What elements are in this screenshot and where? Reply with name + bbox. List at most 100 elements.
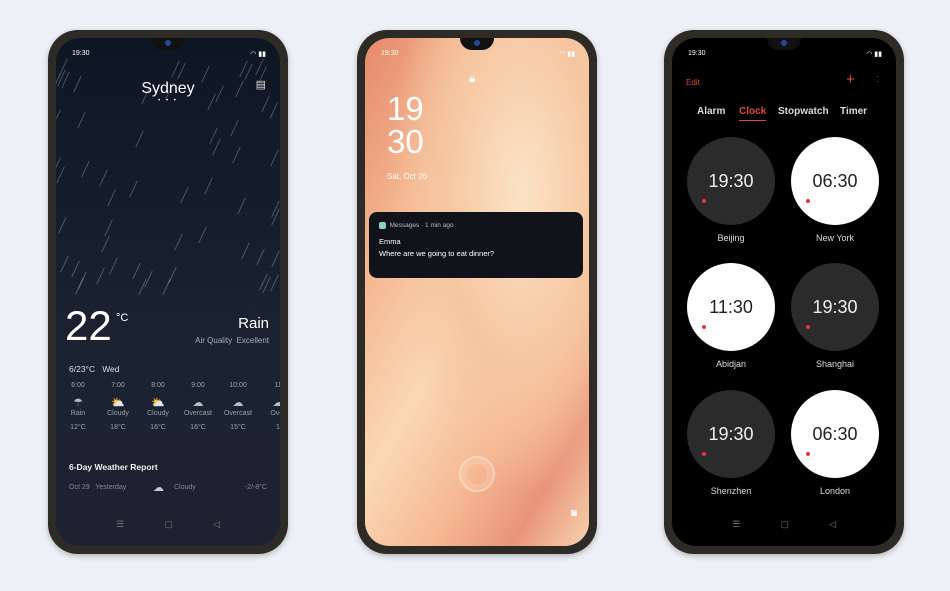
temp-unit: °C	[116, 312, 129, 324]
city-label: New York	[815, 233, 855, 243]
raindrop	[209, 127, 219, 144]
world-clock-dial[interactable]: 19:30	[791, 263, 879, 351]
weather-screen: 19:30 ◠ ▮▮ Sydney • • • ▤ 22 °C Rain Air …	[56, 38, 280, 546]
world-clock-dial[interactable]: 19:30	[687, 137, 775, 225]
hourly-forecast: 7:00 ⛅ Cloudy 18°C	[98, 382, 138, 438]
world-clock-dial[interactable]: 19:30	[687, 390, 775, 478]
second-hand-dot	[702, 199, 706, 203]
fingerprint-icon[interactable]	[459, 456, 495, 492]
menu-icon[interactable]: ☰	[732, 519, 740, 530]
city-label: London	[819, 486, 851, 496]
status-bar: 19:30 ◠ ▮▮	[381, 50, 575, 58]
raindrop	[59, 256, 69, 273]
raindrop	[256, 248, 265, 266]
home-icon[interactable]: ▢	[780, 519, 789, 530]
tab-stopwatch[interactable]: Stopwatch	[778, 106, 829, 117]
current-temp: 22	[65, 302, 112, 349]
tab-clock[interactable]: Clock	[739, 106, 767, 121]
hourly-forecast: 9:00 ☁ Overcast 16°C	[178, 382, 218, 438]
raindrop	[76, 112, 86, 129]
nav-bar: ☰ ▢ ◁	[672, 519, 896, 530]
raindrop	[237, 197, 246, 215]
home-icon[interactable]: ▢	[164, 519, 173, 530]
phone-lockscreen: 19:30 ◠ ▮▮ 🔒︎ 19 30 Sat, Oct 26 Messages ·…	[357, 30, 597, 554]
camera-notch	[460, 38, 494, 50]
camera-notch	[151, 38, 185, 50]
second-hand-dot	[806, 452, 810, 456]
city-label: Shenzhen	[710, 486, 752, 496]
camera-notch	[767, 38, 801, 50]
page-dots: • • •	[158, 98, 178, 104]
tab-timer[interactable]: Timer	[840, 106, 867, 117]
raindrop	[104, 219, 113, 236]
partly-cloudy-icon: ⛅	[151, 397, 165, 409]
lock-icon: 🔒︎	[469, 71, 476, 85]
raindrop	[106, 189, 116, 207]
city-name: Sydney	[141, 80, 195, 97]
raindrop	[71, 260, 80, 278]
messages-app-icon	[379, 222, 386, 229]
raindrop	[132, 262, 141, 280]
menu-icon[interactable]: ☰	[116, 519, 124, 530]
second-hand-dot	[806, 199, 810, 203]
camera-icon[interactable]: ◙	[571, 508, 577, 519]
air-quality: Air Quality Excellent	[195, 336, 269, 345]
partly-cloudy-icon: ⛅	[111, 397, 125, 409]
raindrop	[230, 119, 239, 137]
tab-alarm[interactable]: Alarm	[697, 106, 725, 117]
raindrop	[269, 274, 279, 292]
second-hand-dot	[702, 325, 706, 329]
raindrop	[168, 266, 177, 284]
raindrop	[80, 160, 90, 178]
hourly-forecast: 6:00 ☂ Rain 12°C	[58, 382, 98, 438]
signal-battery-icon: ◠ ▮▮	[866, 51, 882, 58]
raindrop	[269, 102, 278, 120]
message-notification[interactable]: Messages · 1 min ago Emma Where are we g…	[369, 212, 583, 278]
edit-button[interactable]: Edit	[686, 78, 700, 87]
raindrop	[56, 166, 65, 184]
raindrop	[96, 268, 106, 285]
raindrop	[134, 130, 144, 147]
notification-sender: Emma	[379, 237, 401, 247]
city-label: Shanghai	[815, 359, 855, 369]
raindrop	[198, 226, 207, 244]
signal-battery-icon: ◠ ▮▮	[250, 51, 266, 58]
city-list-icon[interactable]: ▤	[256, 78, 266, 91]
status-time: 19:30	[72, 50, 90, 57]
status-bar: 19:30 ◠ ▮▮	[688, 50, 882, 58]
second-hand-dot	[702, 452, 706, 456]
raindrop	[180, 186, 190, 203]
world-clock-dial[interactable]: 06:30	[791, 137, 879, 225]
back-icon[interactable]: ◁	[829, 519, 836, 530]
phone-weather: 19:30 ◠ ▮▮ Sydney • • • ▤ 22 °C Rain Air …	[48, 30, 288, 554]
world-clock-dial[interactable]: 06:30	[791, 390, 879, 478]
raindrop	[177, 62, 186, 80]
raindrop	[74, 278, 84, 295]
raindrop	[99, 169, 108, 187]
lock-screen: 19:30 ◠ ▮▮ 🔒︎ 19 30 Sat, Oct 26 Messages ·…	[365, 38, 589, 546]
back-icon[interactable]: ◁	[213, 519, 220, 530]
report-row[interactable]: Oct 29 Yesterday ☁ Cloudy -2/-8°C	[69, 482, 267, 494]
raindrop	[56, 109, 61, 127]
signal-battery-icon: ◠ ▮▮	[559, 51, 575, 58]
day-range: 6/23°C Wed	[69, 364, 120, 374]
hourly-forecast: 11☁Over1	[258, 382, 280, 438]
lock-date: Sat, Oct 26	[387, 172, 428, 181]
hourly-forecast: 10:00 ☁ Overcast 15°C	[218, 382, 258, 438]
hourly-forecast: 8:00 ⛅ Cloudy 16°C	[138, 382, 178, 438]
raindrop	[270, 149, 279, 167]
raindrop	[241, 242, 251, 260]
notification-message: Where are we going to eat dinner?	[379, 249, 495, 259]
add-icon[interactable]: +	[846, 71, 855, 88]
city-label: Beijing	[717, 233, 745, 243]
raindrop	[212, 138, 221, 155]
raindrop	[232, 146, 242, 164]
world-clock-dial[interactable]: 11:30	[687, 263, 775, 351]
raindrop	[174, 233, 183, 251]
more-icon[interactable]: · ·	[876, 72, 879, 86]
status-time: 19:30	[688, 50, 706, 57]
cloud-icon: ☁	[272, 397, 281, 409]
raindrop	[203, 177, 213, 195]
status-time: 19:30	[381, 50, 399, 57]
report-title: 6-Day Weather Report	[69, 462, 158, 472]
